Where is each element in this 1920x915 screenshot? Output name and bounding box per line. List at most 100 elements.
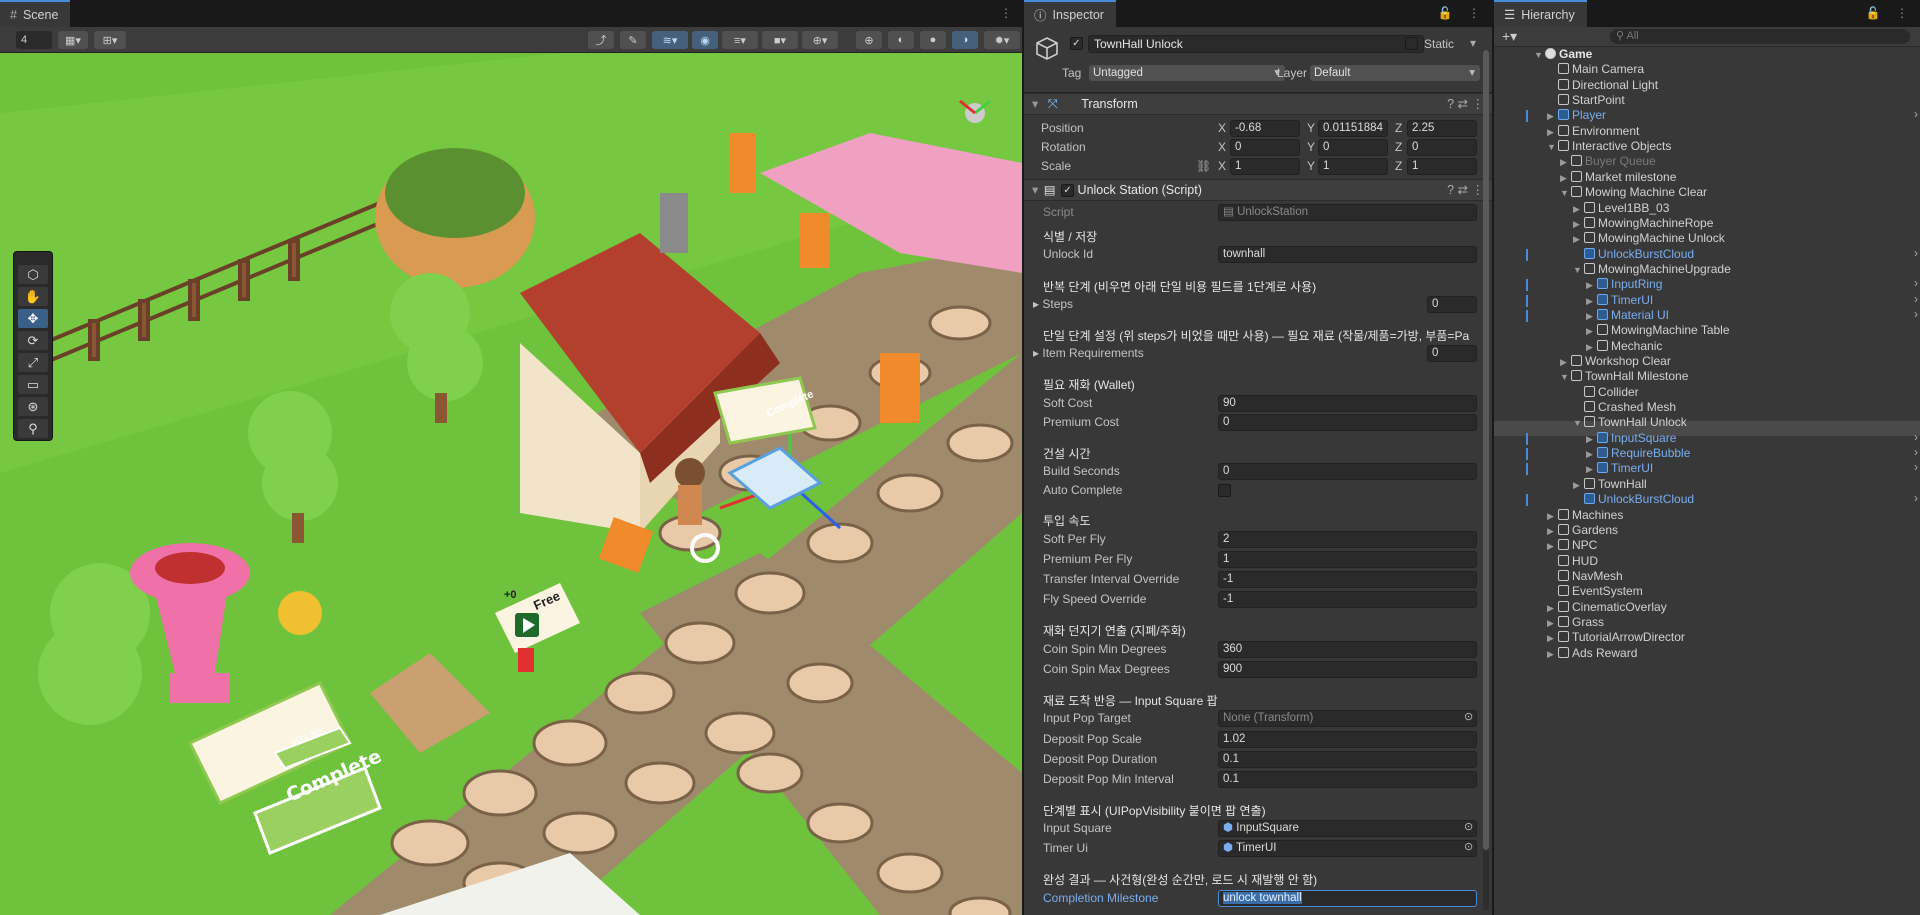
expanded-arrow-icon[interactable]: ▼ xyxy=(1534,48,1545,63)
palette-handle[interactable] xyxy=(18,254,48,262)
rot-z-field[interactable]: 0 xyxy=(1407,139,1477,156)
collapsed-arrow-icon[interactable]: ▶ xyxy=(1586,309,1597,324)
pop-min-field[interactable]: 0.1 xyxy=(1218,771,1477,788)
hierarchy-item[interactable]: ▶ InputSquare xyxy=(1586,431,1676,446)
hierarchy-item[interactable]: UnlockBurstCloud xyxy=(1573,492,1694,507)
hierarchy-item[interactable]: ▼ TownHall Unlock xyxy=(1573,415,1687,430)
prefab-open-icon[interactable]: › xyxy=(1914,292,1918,306)
static-dropdown-icon[interactable]: ▾ xyxy=(1470,36,1476,50)
auto-complete-checkbox[interactable] xyxy=(1218,484,1231,497)
hierarchy-item[interactable]: ▶ TimerUI xyxy=(1586,293,1653,308)
transform-tool-icon[interactable]: ⊛ xyxy=(18,397,48,416)
hierarchy-item[interactable]: ▶ MowingMachineRope xyxy=(1573,216,1713,231)
visibility-icon[interactable]: ◉ xyxy=(692,31,718,49)
hierarchy-item[interactable]: EventSystem xyxy=(1547,584,1643,599)
collapsed-arrow-icon[interactable]: ▶ xyxy=(1586,432,1597,447)
hierarchy-item[interactable]: ▶ Environment xyxy=(1547,124,1639,139)
rot-x-field[interactable]: 0 xyxy=(1230,139,1300,156)
rect-tool-icon[interactable]: ▭ xyxy=(18,375,48,394)
globe-icon[interactable]: ⊕ xyxy=(856,31,882,49)
layer-dropdown[interactable]: Default xyxy=(1310,65,1480,81)
collapsed-arrow-icon[interactable]: ▶ xyxy=(1573,478,1584,493)
soft-cost-field[interactable]: 90 xyxy=(1218,395,1477,412)
hierarchy-item[interactable]: ▼ Mowing Machine Clear xyxy=(1560,185,1707,200)
hierarchy-item[interactable]: ▶ Level1BB_03 xyxy=(1573,201,1669,216)
hierarchy-item[interactable]: ▶ Machines xyxy=(1547,508,1623,523)
rotate-tool-icon[interactable]: ⟳ xyxy=(18,331,48,350)
effects-icon[interactable]: ⤴ xyxy=(588,31,614,49)
collapsed-arrow-icon[interactable]: ▶ xyxy=(1547,601,1558,616)
hierarchy-item[interactable]: ▶ Gardens xyxy=(1547,523,1618,538)
prefab-open-icon[interactable]: › xyxy=(1914,430,1918,444)
tab-hierarchy[interactable]: ☰ Hierarchy xyxy=(1494,0,1587,27)
pos-x-field[interactable]: -0.68 xyxy=(1230,120,1300,137)
tab-inspector[interactable]: ⓘ Inspector xyxy=(1024,0,1116,27)
collapsed-arrow-icon[interactable]: ▶ xyxy=(1547,524,1558,539)
settings-icon[interactable]: ✹▾ xyxy=(984,31,1020,49)
item-req-count-field[interactable]: 0 xyxy=(1427,345,1477,362)
hand-tool-icon[interactable]: ✋ xyxy=(18,287,48,306)
collapsed-arrow-icon[interactable]: ▶ xyxy=(1586,294,1597,309)
collapsed-arrow-icon[interactable]: ▶ xyxy=(1573,202,1584,217)
link-icon[interactable]: ⛓ xyxy=(1196,158,1211,175)
more-icon[interactable]: ⋮ xyxy=(1000,6,1018,20)
hierarchy-item[interactable]: ▶ Market milestone xyxy=(1560,170,1676,185)
static-checkbox[interactable] xyxy=(1405,37,1418,50)
expanded-arrow-icon[interactable]: ▼ xyxy=(1547,140,1558,155)
hierarchy-item[interactable]: ▼ MowingMachineUpgrade xyxy=(1573,262,1731,277)
prefab-open-icon[interactable]: › xyxy=(1914,307,1918,321)
milestone-field[interactable]: unlock townhall xyxy=(1218,890,1477,907)
hierarchy-item[interactable]: ▶ Buyer Queue xyxy=(1560,154,1656,169)
pop-target-field[interactable]: None (Transform) xyxy=(1218,710,1477,727)
hierarchy-item[interactable]: ▶ MowingMachine Table xyxy=(1586,323,1730,338)
hierarchy-item[interactable]: ▶ CinematicOverlay xyxy=(1547,600,1667,615)
expanded-arrow-icon[interactable]: ▼ xyxy=(1573,416,1584,431)
hierarchy-item[interactable]: StartPoint xyxy=(1547,93,1625,108)
collapsed-arrow-icon[interactable]: ▶ xyxy=(1560,355,1571,370)
timer-ui-picker-icon[interactable]: ⊙ xyxy=(1464,840,1473,853)
transfer-interval-field[interactable]: -1 xyxy=(1218,571,1477,588)
lit-icon[interactable]: ◑ xyxy=(952,31,978,49)
custom-tool-icon[interactable]: ⚲ xyxy=(18,419,48,438)
pos-y-field[interactable]: 0.01151884 xyxy=(1318,120,1388,137)
rot-y-field[interactable]: 0 xyxy=(1318,139,1388,156)
layers-icon[interactable]: ≋▾ xyxy=(652,31,688,49)
collapsed-arrow-icon[interactable]: ▶ xyxy=(1547,631,1558,646)
collapsed-arrow-icon[interactable]: ▶ xyxy=(1573,217,1584,232)
move-tool-icon[interactable]: ✥ xyxy=(18,309,48,328)
collapsed-arrow-icon[interactable]: ▶ xyxy=(1586,278,1597,293)
component-menu-icon[interactable]: ? ⇄ ⋮ xyxy=(1447,94,1484,114)
transform-header[interactable]: ▾ ⤧ Transform? ⇄ ⋮ xyxy=(1024,93,1492,115)
prefab-open-icon[interactable]: › xyxy=(1914,460,1918,474)
hierarchy-item[interactable]: NavMesh xyxy=(1547,569,1623,584)
pos-z-field[interactable]: 2.25 xyxy=(1407,120,1477,137)
expanded-arrow-icon[interactable]: ▼ xyxy=(1560,370,1571,385)
wireframe-icon[interactable]: ◐ xyxy=(888,31,914,49)
hierarchy-item[interactable]: ▶ Material UI xyxy=(1586,308,1669,323)
script-menu-icon[interactable]: ? ⇄ ⋮ xyxy=(1447,180,1484,200)
light-icon[interactable]: ✎ xyxy=(620,31,646,49)
collapsed-arrow-icon[interactable]: ▶ xyxy=(1560,155,1571,170)
hierarchy-item[interactable]: ▶ TutorialArrowDirector xyxy=(1547,630,1685,645)
shaded-icon[interactable]: ● xyxy=(920,31,946,49)
steps-count-field[interactable]: 0 xyxy=(1427,296,1477,313)
premium-cost-field[interactable]: 0 xyxy=(1218,414,1477,431)
prefab-open-icon[interactable]: › xyxy=(1914,246,1918,260)
collapsed-arrow-icon[interactable]: ▶ xyxy=(1586,462,1597,477)
prefab-open-icon[interactable]: › xyxy=(1914,491,1918,505)
hierarchy-item[interactable]: ▶ Mechanic xyxy=(1586,339,1662,354)
pop-duration-field[interactable]: 0.1 xyxy=(1218,751,1477,768)
hierarchy-item[interactable]: ▶ Workshop Clear xyxy=(1560,354,1671,369)
hierarchy-item[interactable]: ▶ Ads Reward xyxy=(1547,646,1637,661)
hierarchy-item[interactable]: ▶ MowingMachine Unlock xyxy=(1573,231,1725,246)
unlock-id-field[interactable]: townhall xyxy=(1218,246,1477,263)
hierarchy-item[interactable]: Directional Light xyxy=(1547,78,1658,93)
collapsed-arrow-icon[interactable]: ▶ xyxy=(1586,340,1597,355)
scale-z-field[interactable]: 1 xyxy=(1407,158,1477,175)
premium-per-fly-field[interactable]: 1 xyxy=(1218,551,1477,568)
hierarchy-item[interactable]: ▶ Player xyxy=(1547,108,1606,123)
collapsed-arrow-icon[interactable]: ▶ xyxy=(1547,539,1558,554)
prefab-open-icon[interactable]: › xyxy=(1914,107,1918,121)
collapsed-arrow-icon[interactable]: ▶ xyxy=(1547,109,1558,124)
hierarchy-item[interactable]: ▼ Game xyxy=(1534,47,1592,62)
